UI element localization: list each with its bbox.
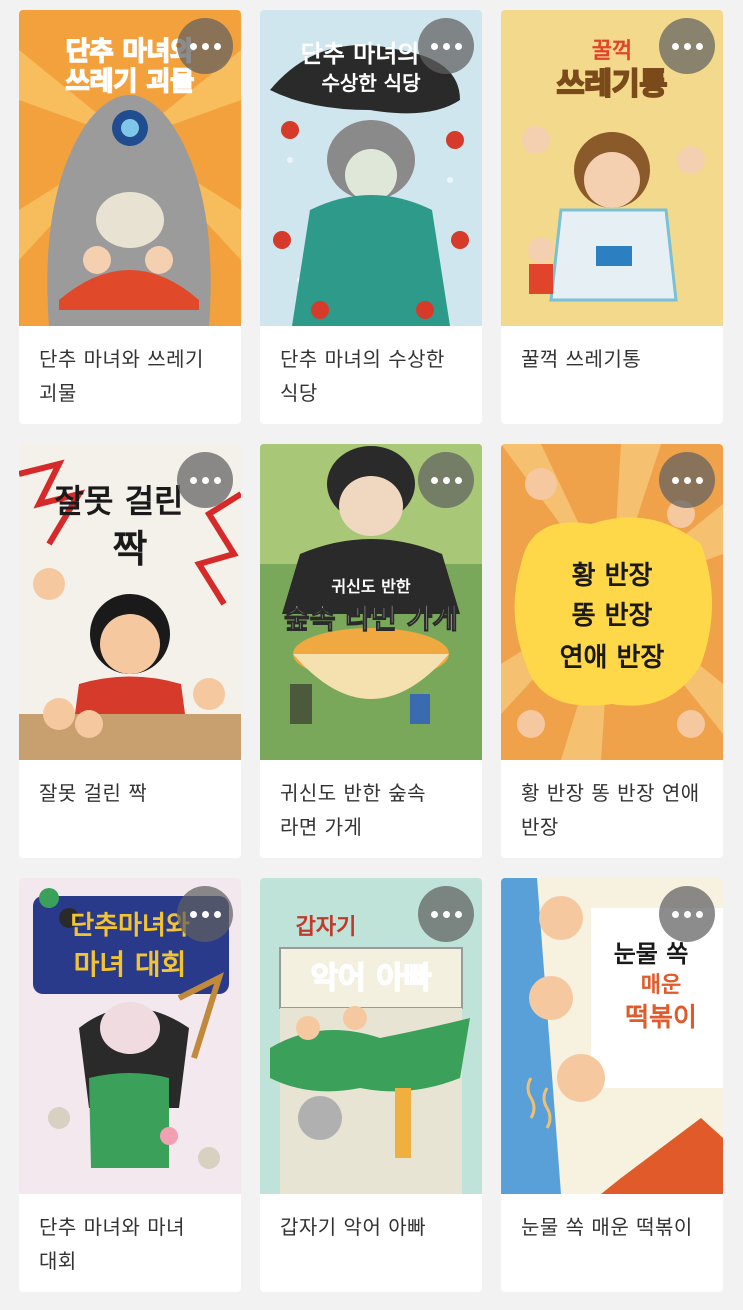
book-card[interactable]: 잘못 걸린 짝 잘못 걸린 짝 bbox=[19, 444, 241, 858]
cover-title-line-2: 수상한 식당 bbox=[322, 71, 422, 95]
more-options-button[interactable] bbox=[177, 886, 233, 942]
book-title[interactable]: 눈물 쏙 매운 떡볶이 bbox=[521, 1210, 709, 1244]
cover-title-line-2: 똥 반장 bbox=[572, 601, 653, 631]
cover-title-line-2: 매운 bbox=[641, 973, 681, 998]
book-title[interactable]: 단추 마녀의 수상한 식당 bbox=[280, 342, 468, 410]
more-icon bbox=[189, 476, 221, 484]
book-card[interactable]: 단추 마녀의 수상한 식당 단추 마녀의 수상한 식당 bbox=[260, 10, 482, 424]
cover-title-line-1: 황 반장 bbox=[572, 561, 653, 591]
more-options-button[interactable] bbox=[659, 18, 715, 74]
cover-title-line-2: 악어 아빠 bbox=[311, 961, 432, 996]
cover-title-line-2: 숲속 라면 가게 bbox=[284, 602, 458, 635]
book-grid: 단추 마녀와 쓰레기 괴물 단추 마녀와 쓰레기 괴물 단추 마녀의 수상한 식… bbox=[0, 0, 743, 1310]
more-icon bbox=[189, 42, 221, 50]
more-icon bbox=[671, 910, 703, 918]
more-icon bbox=[189, 910, 221, 918]
cover-title-line-1: 단추마녀와 bbox=[70, 911, 190, 941]
cover-title-line-1: 갑자기 bbox=[296, 915, 357, 940]
book-title[interactable]: 꿀꺽 쓰레기통 bbox=[521, 342, 709, 376]
book-title[interactable]: 황 반장 똥 반장 연애 반장 bbox=[521, 776, 709, 844]
book-card[interactable]: 꿀꺽 쓰레기통 꿀꺽 쓰레기통 bbox=[501, 10, 723, 424]
cover-title-line-1: 단추 마녀의 bbox=[301, 40, 420, 68]
more-options-button[interactable] bbox=[418, 18, 474, 74]
book-card[interactable]: 단추마녀와 마녀 대회 단추 마녀와 마녀 대회 bbox=[19, 878, 241, 1292]
more-icon bbox=[671, 476, 703, 484]
cover-title-line-1: 꿀꺽 bbox=[592, 39, 632, 64]
more-icon bbox=[430, 42, 462, 50]
book-card[interactable]: 갑자기 악어 아빠 갑자기 악어 아빠 bbox=[260, 878, 482, 1292]
book-title[interactable]: 갑자기 악어 아빠 bbox=[280, 1210, 468, 1244]
cover-title-line-3: 연애 반장 bbox=[560, 643, 665, 673]
cover-title-line-1: 단추 마녀와 bbox=[66, 37, 195, 67]
more-icon bbox=[430, 476, 462, 484]
more-options-button[interactable] bbox=[659, 886, 715, 942]
book-card[interactable]: 단추 마녀와 쓰레기 괴물 단추 마녀와 쓰레기 괴물 bbox=[19, 10, 241, 424]
book-title[interactable]: 단추 마녀와 마녀 대회 bbox=[39, 1210, 227, 1278]
cover-title-line-2: 쓰레기통 bbox=[557, 67, 667, 102]
more-options-button[interactable] bbox=[418, 886, 474, 942]
cover-title-line-1: 눈물 쏙 bbox=[614, 940, 689, 968]
more-icon bbox=[671, 42, 703, 50]
book-card[interactable]: 황 반장 똥 반장 연애 반장 황 반장 똥 반장 연애 반장 bbox=[501, 444, 723, 858]
cover-title-line-1: 잘못 걸린 bbox=[55, 482, 184, 520]
more-icon bbox=[430, 910, 462, 918]
book-title[interactable]: 귀신도 반한 숲속 라면 가게 bbox=[280, 776, 468, 844]
cover-title-line-1: 귀신도 반한 bbox=[331, 577, 410, 596]
cover-title-line-2: 짝 bbox=[113, 527, 148, 571]
cover-title-line-3: 떡볶이 bbox=[625, 1003, 697, 1033]
more-options-button[interactable] bbox=[177, 18, 233, 74]
more-options-button[interactable] bbox=[177, 452, 233, 508]
more-options-button[interactable] bbox=[659, 452, 715, 508]
book-title[interactable]: 잘못 걸린 짝 bbox=[39, 776, 227, 810]
cover-title-line-2: 마녀 대회 bbox=[74, 948, 187, 981]
book-card[interactable]: 귀신도 반한 숲속 라면 가게 귀신도 반한 숲속 라면 가게 bbox=[260, 444, 482, 858]
more-options-button[interactable] bbox=[418, 452, 474, 508]
book-card[interactable]: 눈물 쏙 매운 떡볶이 눈물 쏙 매운 떡볶이 bbox=[501, 878, 723, 1292]
book-title[interactable]: 단추 마녀와 쓰레기 괴물 bbox=[39, 342, 227, 410]
cover-title-line-2: 쓰레기 괴물 bbox=[66, 67, 195, 97]
